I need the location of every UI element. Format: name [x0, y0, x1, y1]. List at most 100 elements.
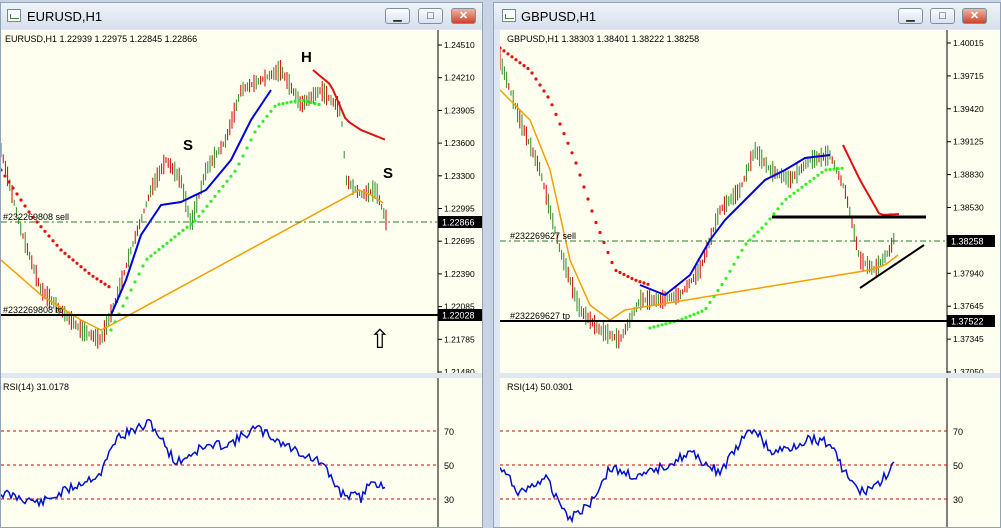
- green-dotted-moving-average: [277, 102, 281, 106]
- gbpusd-window-title: GBPUSD,H1: [521, 9, 597, 24]
- green-dotted-moving-average: [209, 199, 213, 203]
- close-button[interactable]: ✕: [451, 8, 476, 24]
- green-dotted-moving-average: [157, 248, 161, 252]
- green-dotted-moving-average: [177, 232, 181, 236]
- green-dotted-moving-average: [780, 202, 784, 206]
- eurusd-rsi-chart[interactable]: RSI(14) 31.0178 70 50 30: [1, 378, 482, 527]
- green-dotted-moving-average: [648, 326, 652, 330]
- green-dotted-moving-average: [840, 166, 844, 170]
- maximize-button[interactable]: □: [930, 8, 955, 24]
- eurusd-price-chart[interactable]: 1.24510 1.24210 1.23905 1.23600 1.23300 1.229…: [1, 30, 482, 377]
- red-dotted-moving-average: [107, 285, 111, 289]
- rsi-tick-50: 50: [444, 461, 454, 471]
- price-tick-label: 1.39715: [953, 71, 984, 81]
- green-dotted-moving-average: [285, 101, 289, 105]
- red-dotted-moving-average: [554, 112, 558, 116]
- red-dotted-moving-average: [590, 209, 594, 213]
- close-button[interactable]: ✕: [962, 8, 987, 24]
- red-dotted-moving-average: [1, 168, 3, 172]
- red-dotted-moving-average: [518, 61, 522, 65]
- green-dotted-moving-average: [289, 100, 293, 104]
- green-dotted-moving-average: [169, 238, 173, 242]
- green-dotted-moving-average: [213, 194, 217, 198]
- green-dotted-moving-average: [165, 241, 169, 245]
- green-dotted-moving-average: [133, 280, 137, 284]
- green-dotted-moving-average: [660, 323, 664, 327]
- green-dotted-moving-average: [796, 188, 800, 192]
- gbpusd-rsi-plot: RSI(14) 50.0301 70 50 30: [499, 378, 963, 527]
- price-tick-label: 1.38530: [953, 203, 984, 213]
- red-dotted-moving-average: [39, 225, 43, 229]
- left-shoulder-label: S: [183, 137, 193, 154]
- green-dotted-moving-average: [720, 282, 724, 287]
- green-dotted-moving-average: [309, 100, 313, 105]
- green-dotted-moving-average: [249, 138, 253, 142]
- sell-order-label: #232269808 sell: [3, 212, 69, 222]
- green-dotted-moving-average: [688, 314, 692, 318]
- red-dotted-moving-average: [71, 258, 75, 262]
- minimize-button[interactable]: ▁: [385, 8, 410, 24]
- red-dotted-moving-average: [638, 280, 642, 284]
- red-dotted-moving-average: [43, 229, 47, 233]
- green-dotted-moving-average: [760, 226, 764, 230]
- green-dotted-moving-average: [189, 222, 193, 226]
- red-dotted-moving-average: [534, 77, 538, 81]
- green-dotted-moving-average: [161, 244, 165, 248]
- take-profit-price-label: 1.22028: [442, 311, 475, 321]
- red-dotted-moving-average: [95, 277, 99, 281]
- green-dotted-moving-average: [245, 146, 249, 150]
- eurusd-title-bar[interactable]: EURUSD,H1 ▁ □ ✕: [1, 3, 482, 29]
- up-arrow-icon: ⇧: [369, 324, 391, 354]
- green-dotted-moving-average: [724, 276, 728, 280]
- price-tick-label: 1.22995: [444, 204, 475, 214]
- green-dotted-moving-average: [820, 170, 824, 174]
- gbpusd-window[interactable]: GBPUSD,H1 ▁ □ ✕ 1.40015 1.39715 1.39420 1.3…: [493, 2, 1001, 528]
- green-dotted-moving-average: [664, 322, 668, 326]
- red-dotted-moving-average: [598, 230, 602, 235]
- price-tick-label: 1.37345: [953, 334, 984, 344]
- green-dotted-moving-average: [704, 306, 708, 311]
- green-dotted-moving-average: [768, 217, 772, 221]
- rsi-tick-30: 30: [444, 495, 454, 505]
- green-dotted-moving-average: [173, 235, 177, 239]
- green-dotted-moving-average: [237, 162, 241, 166]
- eurusd-window[interactable]: EURUSD,H1 ▁ □ ✕ 1.24510 1.24210 1.23905 1.2…: [0, 2, 483, 528]
- green-dotted-moving-average: [740, 248, 744, 252]
- gbpusd-price-chart[interactable]: 1.40015 1.39715 1.39420 1.39125 1.38830 1.385…: [498, 30, 1000, 377]
- minimize-button[interactable]: ▁: [898, 8, 923, 24]
- green-dotted-moving-average: [281, 102, 285, 106]
- gbpusd-rsi-chart[interactable]: RSI(14) 50.0301 70 50 30: [499, 378, 1000, 527]
- head-label: H: [301, 49, 312, 66]
- red-dotted-moving-average: [99, 279, 103, 284]
- rsi-line: [499, 428, 895, 524]
- red-dotted-moving-average: [630, 276, 634, 281]
- red-dotted-moving-average: [3, 174, 7, 178]
- eurusd-rsi-plot: RSI(14) 31.0178 70 50 30: [1, 378, 454, 527]
- chart-window-icon: [502, 9, 516, 22]
- green-dotted-moving-average: [652, 325, 656, 329]
- red-dotted-moving-average: [522, 64, 526, 68]
- green-dotted-moving-average: [145, 257, 149, 261]
- green-dotted-moving-average: [225, 179, 229, 183]
- green-dotted-moving-average: [764, 222, 768, 226]
- maximize-button[interactable]: □: [418, 8, 443, 24]
- current-price-label: 1.22866: [442, 218, 475, 228]
- green-dotted-moving-average: [712, 294, 716, 299]
- green-dotted-moving-average: [656, 324, 660, 328]
- price-tick-label: 1.37050: [953, 367, 984, 373]
- green-dotted-moving-average: [732, 262, 736, 266]
- green-dotted-moving-average: [197, 214, 201, 218]
- green-dotted-moving-average: [233, 169, 237, 173]
- green-dotted-moving-average: [269, 109, 273, 113]
- green-dotted-moving-average: [832, 167, 836, 171]
- price-tick-label: 1.23600: [444, 138, 475, 148]
- gbpusd-title-bar[interactable]: GBPUSD,H1 ▁ □ ✕: [494, 3, 1000, 29]
- red-dotted-moving-average: [622, 272, 626, 277]
- red-dotted-moving-average: [15, 192, 19, 196]
- green-dotted-moving-average: [804, 182, 808, 186]
- red-dotted-moving-average: [562, 132, 566, 136]
- green-dotted-moving-average: [217, 189, 221, 193]
- red-dotted-moving-average: [574, 161, 578, 165]
- green-dotted-moving-average: [121, 304, 125, 308]
- price-tick-label: 1.21480: [444, 367, 475, 373]
